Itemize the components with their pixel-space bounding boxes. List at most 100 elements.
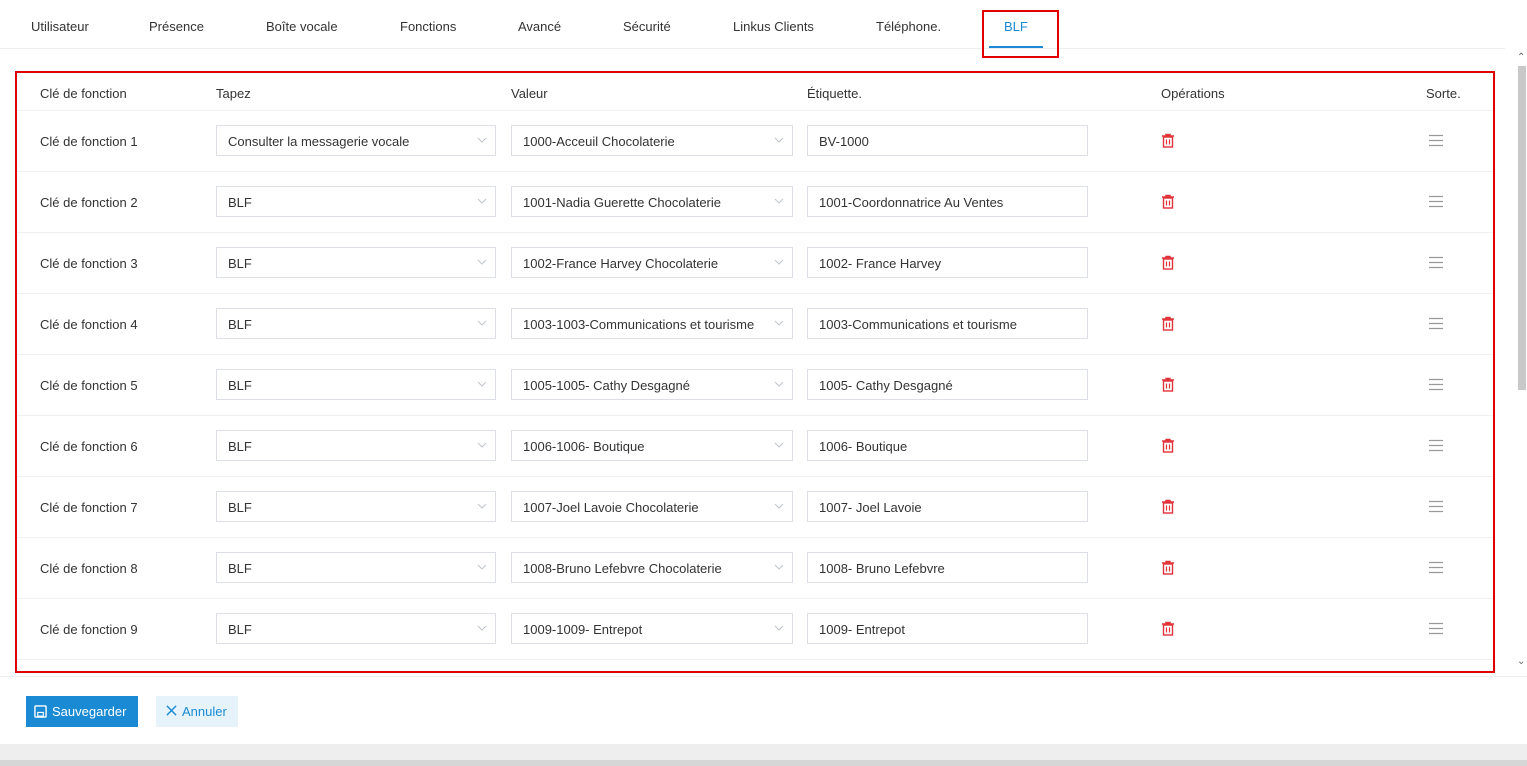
value-select[interactable]: 1007-Joel Lavoie Chocolaterie (511, 491, 793, 522)
save-label: Sauvegarder (52, 704, 127, 719)
value-select[interactable]: 1006-1006- Boutique (511, 430, 793, 461)
chevron-down-icon (774, 625, 784, 631)
value-select-value: 1009-1009- Entrepot (523, 622, 643, 637)
scroll-down-arrow-icon[interactable]: ⌄ (1517, 656, 1525, 667)
function-keys-table: Clé de fonction Tapez Valeur Étiquette. … (15, 71, 1495, 673)
label-input-value: 1009- Entrepot (819, 622, 906, 637)
table-row: Clé de fonction 2 BLF 1001-Nadia Guerette … (17, 172, 1493, 233)
drag-handle-icon[interactable] (1428, 439, 1444, 452)
type-select[interactable]: BLF (216, 186, 496, 217)
table-row: Clé de fonction 5 BLF 1005-1005- Cathy Des… (17, 355, 1493, 416)
drag-handle-icon[interactable] (1428, 317, 1444, 330)
label-input[interactable]: 1002- France Harvey (807, 247, 1088, 278)
drag-handle-icon[interactable] (1428, 500, 1444, 513)
label-input[interactable]: 1003-Communications et tourisme (807, 308, 1088, 339)
cancel-label: Annuler (182, 704, 227, 719)
chevron-down-icon (477, 259, 487, 265)
drag-handle-icon[interactable] (1428, 195, 1444, 208)
chevron-down-icon (477, 320, 487, 326)
save-icon (34, 705, 47, 718)
tab-presence[interactable]: Présence (149, 19, 204, 34)
tab-fonctions[interactable]: Fonctions (400, 19, 456, 34)
close-icon (166, 705, 177, 716)
value-select[interactable]: 1000-Acceuil Chocolaterie (511, 125, 793, 156)
drag-handle-icon[interactable] (1428, 256, 1444, 269)
tab-securite[interactable]: Sécurité (623, 19, 671, 34)
tab-linkus-clients[interactable]: Linkus Clients (733, 19, 814, 34)
label-input[interactable]: 1001-Coordonnatrice Au Ventes (807, 186, 1088, 217)
tab-utilisateur[interactable]: Utilisateur (31, 19, 89, 34)
chevron-down-icon (774, 442, 784, 448)
value-select[interactable]: 1005-1005- Cathy Desgagné (511, 369, 793, 400)
label-input[interactable]: 1005- Cathy Desgagné (807, 369, 1088, 400)
label-input-value: BV-1000 (819, 134, 869, 149)
save-button[interactable]: Sauvegarder (26, 696, 138, 727)
type-select[interactable]: BLF (216, 308, 496, 339)
table-row: Clé de fonction 3 BLF 1002-France Harvey C… (17, 233, 1493, 294)
header-label: Étiquette. (807, 86, 862, 101)
trash-icon[interactable] (1161, 499, 1175, 514)
tab-boite-vocale[interactable]: Boîte vocale (266, 19, 338, 34)
table-row: Clé de fonction 6 BLF 1006-1006- Boutique 1… (17, 416, 1493, 477)
scroll-up-arrow-icon[interactable]: ⌃ (1517, 52, 1525, 63)
value-select[interactable]: 1009-1009- Entrepot (511, 613, 793, 644)
type-select[interactable]: Consulter la messagerie vocale (216, 125, 496, 156)
value-select[interactable]: 1008-Bruno Lefebvre Chocolaterie (511, 552, 793, 583)
trash-icon[interactable] (1161, 133, 1175, 148)
value-select-value: 1008-Bruno Lefebvre Chocolaterie (523, 561, 722, 576)
cancel-button[interactable]: Annuler (156, 696, 238, 727)
type-select-value: BLF (228, 317, 252, 332)
type-select-value: BLF (228, 195, 252, 210)
header-key: Clé de fonction (40, 86, 127, 101)
value-select[interactable]: 1001-Nadia Guerette Chocolaterie (511, 186, 793, 217)
function-key-label: Clé de fonction 4 (40, 317, 138, 332)
chevron-down-icon (774, 320, 784, 326)
trash-icon[interactable] (1161, 560, 1175, 575)
drag-handle-icon[interactable] (1428, 378, 1444, 391)
value-select-value: 1001-Nadia Guerette Chocolaterie (523, 195, 722, 210)
type-select[interactable]: BLF (216, 430, 496, 461)
table-row: Clé de fonction 1 Consulter la messagerie… (17, 111, 1493, 172)
type-select-value: BLF (228, 439, 252, 454)
header-type: Tapez (216, 86, 251, 101)
trash-icon[interactable] (1161, 621, 1175, 636)
type-select[interactable]: BLF (216, 613, 496, 644)
label-input-value: 1006- Boutique (819, 439, 908, 454)
chevron-down-icon (477, 137, 487, 143)
function-key-label: Clé de fonction 7 (40, 500, 138, 515)
scrollbar-thumb[interactable] (1518, 66, 1526, 390)
trash-icon[interactable] (1161, 316, 1175, 331)
trash-icon[interactable] (1161, 377, 1175, 392)
label-input-value: 1008- Bruno Lefebvre (819, 561, 945, 576)
label-input[interactable]: 1009- Entrepot (807, 613, 1088, 644)
drag-handle-icon[interactable] (1428, 561, 1444, 574)
drag-handle-icon[interactable] (1428, 134, 1444, 147)
type-select[interactable]: BLF (216, 491, 496, 522)
active-tab-indicator (989, 46, 1043, 48)
value-select-value: 1006-1006- Boutique (523, 439, 645, 454)
type-select[interactable]: BLF (216, 369, 496, 400)
label-input-value: 1002- France Harvey (819, 256, 942, 271)
drag-handle-icon[interactable] (1428, 622, 1444, 635)
type-select[interactable]: BLF (216, 247, 496, 278)
table-row: Clé de fonction 9 BLF 1009-1009- Entrepot 1… (17, 599, 1493, 660)
trash-icon[interactable] (1161, 438, 1175, 453)
tab-avance[interactable]: Avancé (518, 19, 561, 34)
tab-telephone[interactable]: Téléphone. (876, 19, 941, 34)
table-row: Clé de fonction 4 BLF 1003-1003-Communicat… (17, 294, 1493, 355)
trash-icon[interactable] (1161, 255, 1175, 270)
label-input[interactable]: 1008- Bruno Lefebvre (807, 552, 1088, 583)
value-select[interactable]: 1003-1003-Communications et tourisme (511, 308, 793, 339)
value-select[interactable]: 1002-France Harvey Chocolaterie (511, 247, 793, 278)
label-input[interactable]: BV-1000 (807, 125, 1088, 156)
trash-icon[interactable] (1161, 194, 1175, 209)
tab-blf[interactable]: BLF (1004, 19, 1028, 34)
type-select[interactable]: BLF (216, 552, 496, 583)
header-sort: Sorte. (1426, 86, 1461, 101)
label-input-value: 1003-Communications et tourisme (819, 317, 1017, 332)
label-input[interactable]: 1007- Joel Lavoie (807, 491, 1088, 522)
label-input[interactable]: 1006- Boutique (807, 430, 1088, 461)
function-key-label: Clé de fonction 8 (40, 561, 138, 576)
header-operations: Opérations (1161, 86, 1225, 101)
form-footer: Sauvegarder Annuler (0, 676, 1527, 744)
